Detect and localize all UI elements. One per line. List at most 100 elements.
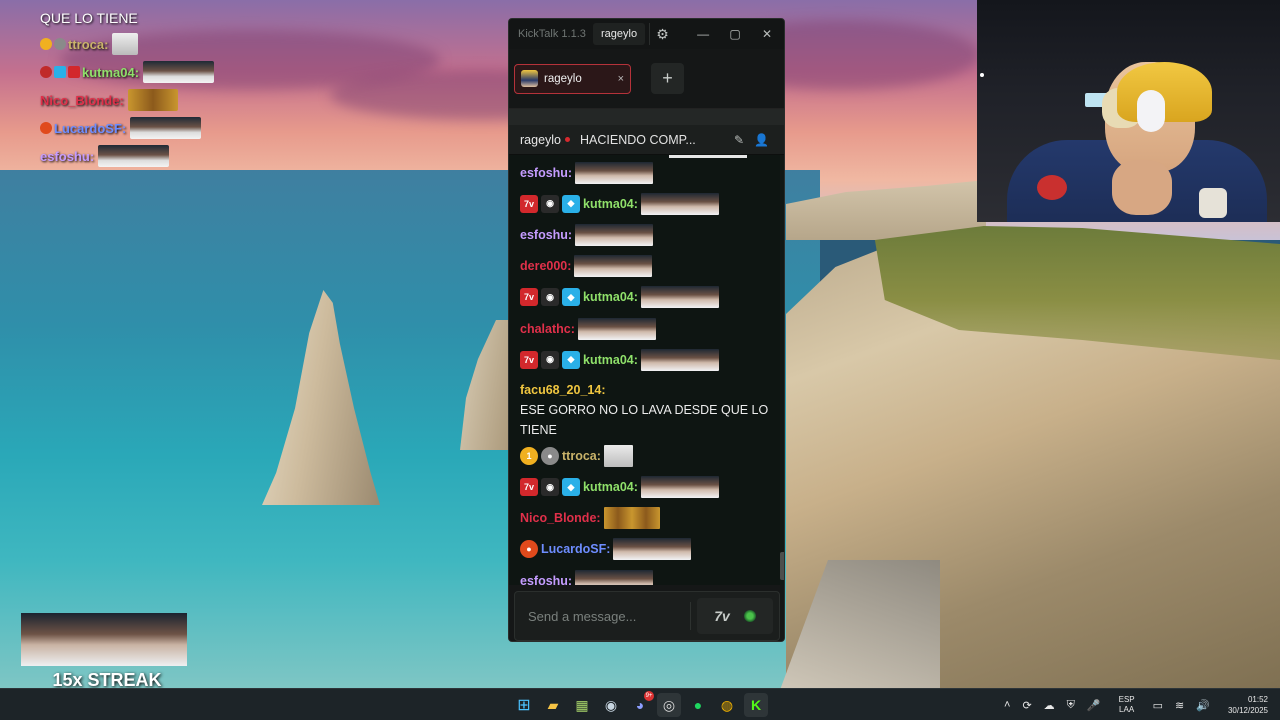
maximize-icon[interactable]: ▢ [719,27,751,41]
7tv-badge-icon[interactable]: 7v [520,350,538,369]
cube-badge-icon[interactable]: ◆ [562,478,580,497]
language-bottom: LAA [1119,705,1135,714]
pin-icon[interactable]: ✎ [734,133,744,147]
scrollbar[interactable] [780,155,784,585]
language-indicator[interactable]: ESP LAA [1113,695,1141,715]
chat-message[interactable]: 1 ● ttroca: [509,440,784,471]
sync-icon[interactable]: ⟳ [1022,699,1031,712]
chat-message[interactable]: facu68_20_14: ESE GORRO NO LO LAVA DESDE … [509,375,784,440]
chat-username[interactable]: kutma04: [583,290,638,304]
windows-start-icon[interactable]: ⊞ [512,693,536,717]
emote-icon[interactable] [575,223,654,246]
clock[interactable]: 01:52 30/12/2025 [1222,694,1274,716]
overlay-chat-line: esfoshu: [40,142,300,170]
7tv-badge-icon[interactable]: 7v [520,194,538,213]
chat-username[interactable]: kutma04: [583,480,638,494]
chat-username[interactable]: dere000: [520,259,571,273]
user-icon[interactable]: 👤 [754,133,769,147]
wifi-icon[interactable]: ≋ [1175,699,1184,712]
chat-username[interactable]: chalathc: [520,322,575,336]
shield-icon[interactable]: ⛨ [1067,699,1075,712]
spotify-icon[interactable]: ● [686,693,710,717]
close-icon[interactable]: ✕ [751,27,783,41]
obs-icon[interactable]: ◎ [657,693,681,717]
discord-icon[interactable]: ◕ 9+ [628,691,654,717]
chat-username[interactable]: esfoshu: [520,574,572,585]
file-explorer-icon[interactable]: ▰ [541,693,565,717]
chat-message[interactable]: ● LucardoSF: [509,534,784,565]
emote-icon[interactable] [575,161,654,184]
network-tray-icon[interactable]: ☁ [1044,699,1055,712]
emote-icon[interactable] [640,348,719,371]
chat-username[interactable]: kutma04: [583,353,638,367]
chat-message[interactable]: esfoshu: [509,157,784,188]
emote-icon[interactable] [640,476,719,499]
cube-badge-icon[interactable]: ◆ [562,194,580,213]
chat-message[interactable]: dere000: [509,251,784,282]
channel-name[interactable]: rageylo [520,133,561,147]
chat-message[interactable]: chalathc: [509,313,784,344]
tab-rageylo[interactable]: rageylo × [514,63,631,94]
emote-icon[interactable] [577,317,656,340]
chat-username[interactable]: kutma04: [583,197,638,211]
emote-icon[interactable] [603,507,660,530]
mouth-badge-icon[interactable]: ◉ [541,194,559,213]
chat-message[interactable]: 7v ◉ ◆ kutma04: [509,188,784,219]
cube-badge-icon[interactable]: ◆ [562,350,580,369]
mouth-badge-icon[interactable]: ◉ [541,350,559,369]
7tv-badge-icon[interactable]: 7v [520,288,538,307]
kick-emote-button-icon[interactable] [743,610,756,622]
monitor-icon[interactable]: ▭ [1153,699,1163,712]
title-bar: KickTalk 1.1.3 rageylo ⚙ — ▢ ✕ [509,19,784,49]
mouth-badge-icon[interactable]: ◉ [541,478,559,497]
7tv-emote-button-icon[interactable]: 7v [714,608,730,624]
chat-message[interactable]: 7v ◉ ◆ kutma04: [509,472,784,503]
overlay-chat: QUE LO TIENE ttroca: kutma04: Nico_Blond… [40,8,300,170]
emote-icon[interactable] [613,538,692,561]
red-ball-badge-icon[interactable]: ● [520,540,538,559]
emote-icon[interactable] [575,569,654,585]
message-input[interactable]: Send a message... [515,609,690,624]
chevron-up-icon[interactable]: ˄ [1004,699,1010,711]
emote-icon [98,145,170,167]
streak-widget: 15x STREAK [21,613,187,691]
chat-message-text: ESE GORRO NO LO LAVA DESDE QUE LO TIENE [520,403,769,438]
chat-username[interactable]: ttroca: [562,449,601,463]
chat-username[interactable]: esfoshu: [520,228,572,242]
microphone-icon[interactable]: 🎤 [1087,699,1101,712]
chat-messages[interactable]: esfoshu: 7v ◉ ◆ kutma04: esfoshu: dere000: 7v ◉ ◆… [509,155,784,585]
app-name: KickTalk 1.1.3 [518,28,586,40]
minimize-icon[interactable]: — [687,27,719,41]
chat-message[interactable]: esfoshu: [509,219,784,250]
app-icon[interactable]: ▦ [570,693,594,717]
gray-badge-icon[interactable]: ● [541,446,559,465]
user-button[interactable]: rageylo [593,23,646,45]
chat-username[interactable]: facu68_20_14: [520,380,605,400]
volume-icon[interactable]: 🔊 [1196,699,1210,712]
add-tab-button[interactable]: + [651,63,684,94]
chat-message[interactable]: esfoshu: [509,565,784,585]
emote-icon[interactable] [640,286,719,309]
chrome-icon[interactable]: ◍ [715,693,739,717]
gold-badge-icon[interactable]: 1 [520,446,538,465]
emote-icon[interactable] [640,192,719,215]
chat-username[interactable]: esfoshu: [520,166,572,180]
emote-icon[interactable] [603,444,633,467]
scrollbar-thumb[interactable] [780,552,784,580]
chat-message[interactable]: Nico_Blonde: [509,503,784,534]
chat-message[interactable]: 7v ◉ ◆ kutma04: [509,344,784,375]
emote-icon[interactable] [574,255,653,278]
mouth-badge-icon[interactable]: ◉ [541,288,559,307]
emote-icon [130,117,202,139]
chat-username[interactable]: Nico_Blonde: [520,511,601,525]
chat-username[interactable]: LucardoSF: [541,542,610,556]
overlay-chat-user: Nico_Blonde: [40,92,124,108]
cube-badge-icon[interactable]: ◆ [562,288,580,307]
gear-icon[interactable]: ⚙ [649,23,675,45]
7tv-badge-icon[interactable]: 7v [520,478,538,497]
emote-icon [127,89,178,111]
tab-close-icon[interactable]: × [618,73,624,85]
chat-message[interactable]: 7v ◉ ◆ kutma04: [509,282,784,313]
steam-icon[interactable]: ◉ [599,693,623,717]
kicktalk-icon[interactable]: K [744,693,768,717]
